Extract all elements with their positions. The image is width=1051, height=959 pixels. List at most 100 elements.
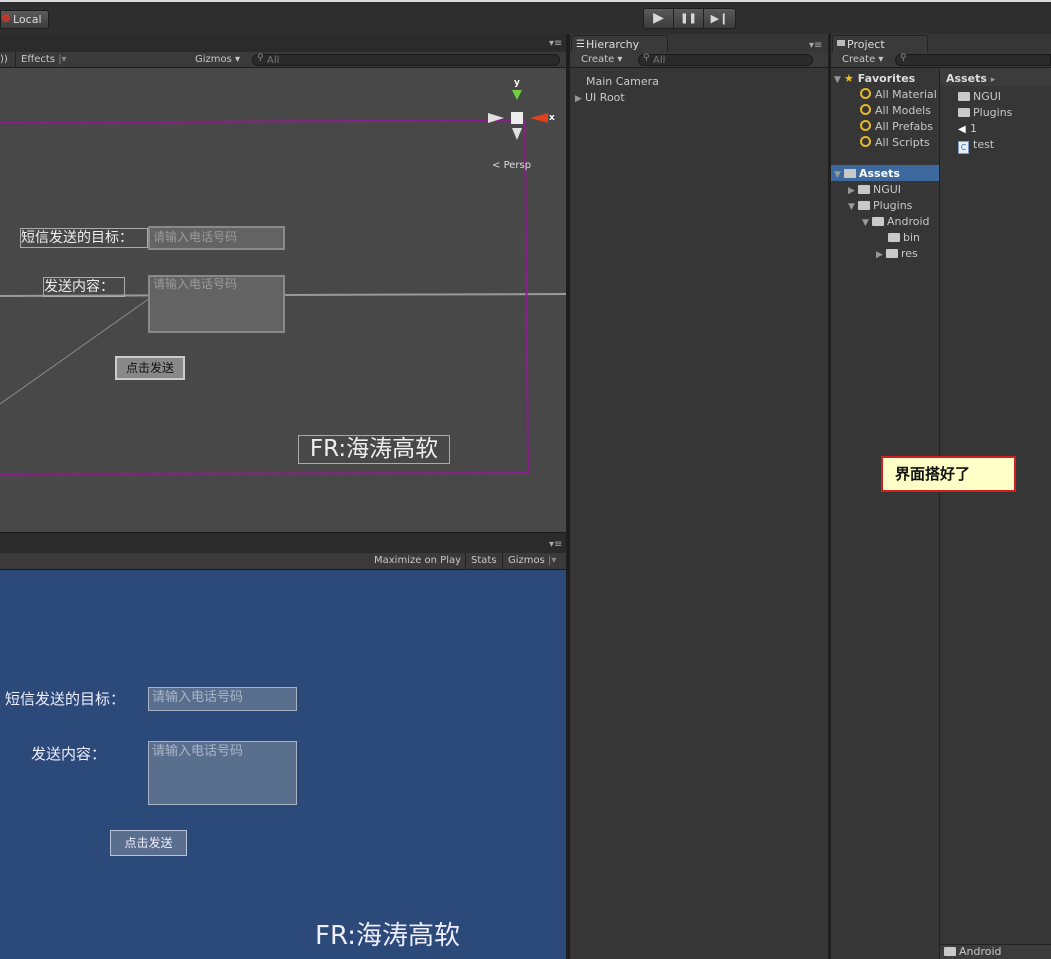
project-search-input[interactable] [895, 54, 1051, 66]
game-target-label: 短信发送的目标： [5, 690, 126, 708]
y-axis-cone [512, 90, 522, 100]
divider [465, 553, 466, 570]
hierarchy-panel [570, 34, 828, 959]
persp-toggle[interactable]: < Persp [492, 160, 531, 171]
gizmo-center [511, 112, 523, 124]
hierarchy-create-dropdown[interactable]: Create ▾ [581, 52, 622, 68]
scene-search-input[interactable]: All [252, 54, 560, 66]
path-item-android[interactable]: Android [944, 944, 1002, 959]
breadcrumb-assets[interactable]: Assets ▸ [946, 71, 995, 88]
tree-item-res[interactable]: ▶ res [876, 246, 918, 263]
scene-send-button[interactable]: 点击发送 [115, 356, 185, 380]
star-icon: ★ [844, 72, 854, 85]
folder-icon [872, 217, 884, 226]
pause-button[interactable]: ❚❚ [673, 8, 704, 29]
csharp-script-icon: C [958, 141, 969, 154]
tab-project[interactable]: Project [832, 35, 928, 53]
scene-content-input[interactable]: 请输入电话号码 [148, 275, 285, 333]
step-icon: ▶❙ [710, 12, 729, 25]
tab-hierarchy[interactable]: ☰ Hierarchy [571, 35, 668, 53]
search-icon: ⚲ [643, 53, 650, 63]
neg-y-axis-cone [512, 128, 522, 140]
folder-icon [858, 185, 870, 194]
scene-target-input[interactable]: 请输入电话号码 [148, 226, 285, 250]
hierarchy-search-input[interactable]: All [638, 54, 813, 66]
collapse-arrow-icon: ▼ [862, 218, 869, 228]
file-item-ngui[interactable]: NGUI [958, 89, 1001, 105]
stats-toggle[interactable]: Stats [471, 553, 497, 569]
scene-view[interactable]: y x < Persp 短信发送的目标： 请输入电话号码 发送内容： 请输入电话… [0, 68, 566, 532]
pause-icon: ❚❚ [680, 13, 697, 24]
collapse-arrow-icon: ▼ [848, 202, 855, 212]
collapse-arrow-icon: ▼ [834, 75, 841, 85]
folder-icon [944, 947, 956, 956]
axis-x-label: x [549, 113, 555, 123]
effects-dropdown[interactable]: Effects |▾ [21, 52, 67, 68]
divider [502, 553, 503, 570]
search-filter-icon [860, 88, 871, 99]
project-create-dropdown[interactable]: Create ▾ [842, 52, 883, 68]
search-icon: ⚲ [900, 53, 907, 63]
favorites-header[interactable]: ▼ ★ Favorites [834, 71, 915, 88]
scene-panel-menu-icon[interactable]: ▾≡ [549, 36, 562, 52]
game-content-input[interactable]: 请输入电话号码 [148, 741, 297, 805]
project-pane-divider[interactable] [939, 68, 940, 959]
persp-icon: < [492, 160, 501, 171]
search-filter-icon [860, 120, 871, 131]
collapse-arrow-icon: ▼ [834, 170, 841, 180]
breadcrumb-arrow-icon: ▸ [990, 75, 996, 85]
game-content-label: 发送内容： [31, 745, 107, 763]
search-filter-icon [860, 104, 871, 115]
game-tab-bar [0, 532, 568, 553]
favorite-all-prefabs[interactable]: All Prefabs [860, 119, 933, 135]
folder-icon [958, 92, 970, 101]
file-item-test[interactable]: Ctest [958, 137, 994, 154]
game-send-button[interactable]: 点击发送 [110, 830, 187, 856]
step-button[interactable]: ▶❙ [703, 8, 736, 29]
favorite-all-material[interactable]: All Material [860, 87, 937, 103]
scene-target-label: 短信发送的目标： [20, 228, 148, 248]
search-icon: ⚲ [257, 53, 264, 63]
tree-item-ngui[interactable]: ▶ NGUI [848, 182, 901, 199]
folder-icon [888, 233, 900, 242]
file-item-plugins[interactable]: Plugins [958, 105, 1012, 121]
expand-arrow-icon: ▶ [848, 186, 855, 196]
game-target-input[interactable]: 请输入电话号码 [148, 687, 297, 711]
play-button[interactable]: ▶ [643, 8, 674, 29]
annotation-callout: 界面搭好了 [881, 456, 1016, 492]
scene-content-label: 发送内容： [43, 277, 125, 297]
hierarchy-list-icon: ☰ [576, 39, 585, 50]
search-filter-icon [860, 136, 871, 147]
scene-tab-bar [0, 34, 568, 52]
x-axis-cone [530, 113, 548, 123]
game-panel-menu-icon[interactable]: ▾≡ [549, 537, 562, 553]
hierarchy-item-ui-root[interactable]: ▶ UI Root [575, 90, 625, 107]
divider [15, 52, 16, 68]
expand-arrow-icon: ▶ [575, 94, 582, 104]
pivot-rotation-icon [2, 14, 10, 22]
unity-scene-icon: ◀ [958, 124, 966, 135]
hierarchy-item-main-camera[interactable]: Main Camera [586, 74, 659, 90]
axis-y-label: y [514, 78, 520, 88]
folder-icon [886, 249, 898, 258]
play-icon: ▶ [653, 10, 664, 26]
folder-icon [958, 108, 970, 117]
main-toolbar [0, 0, 1051, 34]
scene-audio-toggle[interactable]: )) [0, 52, 8, 68]
camera-frustum-line [0, 297, 151, 405]
scene-gizmos-dropdown[interactable]: Gizmos ▾ [195, 52, 240, 68]
expand-arrow-icon: ▶ [876, 250, 883, 260]
scene-footer-label: FR:海涛高软 [298, 435, 450, 464]
tree-item-android[interactable]: ▼ Android [862, 214, 930, 231]
favorite-all-scripts[interactable]: All Scripts [860, 135, 930, 151]
maximize-on-play-toggle[interactable]: Maximize on Play [374, 553, 461, 569]
game-gizmos-dropdown[interactable]: Gizmos |▾ [508, 553, 556, 569]
project-folder-icon [837, 40, 845, 46]
favorite-all-models[interactable]: All Models [860, 103, 931, 119]
folder-icon [858, 201, 870, 210]
file-item-scene-1[interactable]: ◀ 1 [958, 121, 977, 138]
tree-item-assets[interactable]: ▼ Assets [834, 166, 900, 183]
tree-item-bin[interactable]: bin [888, 230, 920, 246]
tree-item-plugins[interactable]: ▼ Plugins [848, 198, 912, 215]
game-view[interactable]: 短信发送的目标： 请输入电话号码 发送内容： 请输入电话号码 点击发送 FR:海… [0, 570, 566, 959]
